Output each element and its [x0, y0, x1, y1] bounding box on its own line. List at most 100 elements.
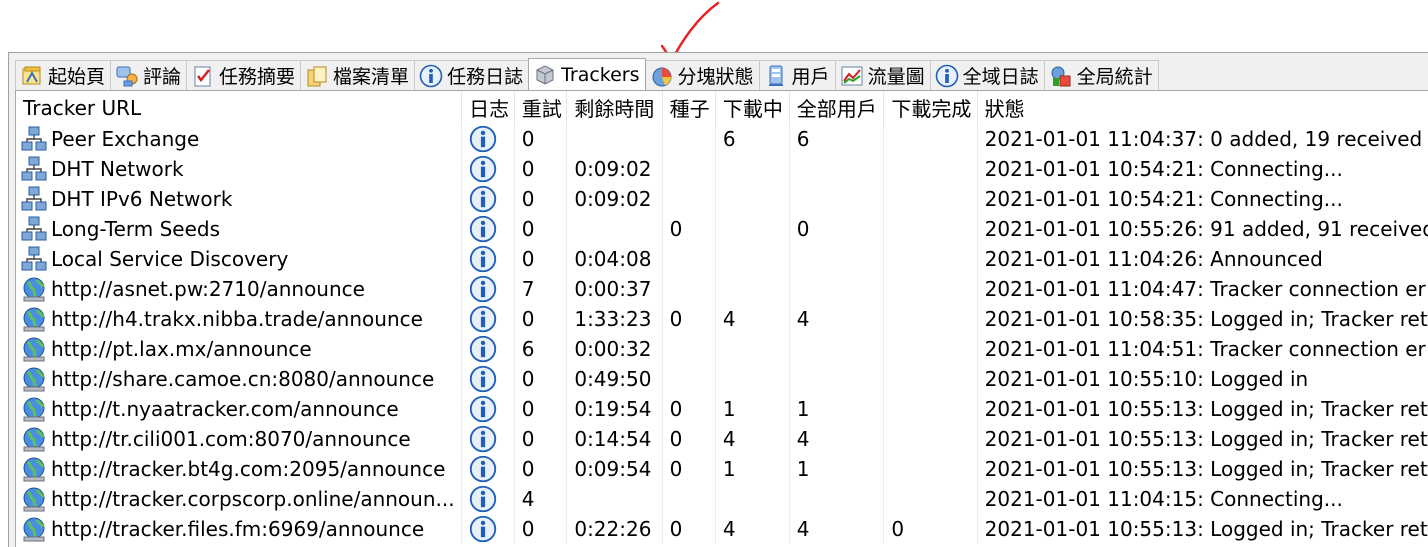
table-row[interactable]: http://asnet.pw:2710/announce 7 0:00:37 202… — [16, 274, 1428, 304]
status-cell: 2021-01-01 10:54:21: Connecting... — [977, 184, 1428, 214]
column-header[interactable]: Tracker URL — [16, 91, 463, 124]
info-icon[interactable] — [469, 275, 497, 303]
tab-item-2[interactable]: 任務摘要 — [186, 60, 302, 90]
column-header[interactable]: 剩餘時間 — [566, 91, 663, 124]
column-header[interactable]: 重試 — [514, 91, 568, 124]
seeds-cell — [662, 274, 716, 304]
table-row[interactable]: http://pt.lax.mx/announce 6 0:00:32 2021-01… — [16, 334, 1428, 364]
trackers-table: Tracker URL 日志 重試 剩餘時間 種子 下載中 全部用戶 下載完成 狀態 Peer … — [16, 91, 1428, 544]
log-cell — [461, 454, 515, 484]
globe-icon — [21, 336, 48, 363]
remaining-time-cell: 0:04:08 — [566, 244, 663, 274]
tracker-url-cell: DHT Network — [16, 154, 463, 184]
info-icon[interactable] — [469, 335, 497, 363]
retry-cell: 0 — [514, 244, 568, 274]
tab-trackers[interactable]: Trackers — [528, 58, 646, 90]
tab-label: 檔案清單 — [333, 66, 410, 88]
info-icon[interactable] — [469, 515, 497, 543]
info-icon[interactable] — [469, 305, 497, 333]
remaining-time-cell — [566, 484, 663, 514]
peers-cell — [789, 364, 885, 394]
column-header[interactable]: 下載完成 — [883, 91, 978, 124]
table-row[interactable]: Peer Exchange 0 6 6 2021-01-01 11:04:37: 0 a… — [16, 124, 1428, 154]
table-row[interactable]: Local Service Discovery 0 0:04:08 2021-01-0… — [16, 244, 1428, 274]
table-row[interactable]: http://share.camoe.cn:8080/announce 0 0:49… — [16, 364, 1428, 394]
completed-cell — [883, 184, 978, 214]
tab-item-9[interactable]: 全域日誌 — [929, 60, 1045, 90]
info-icon[interactable] — [469, 425, 497, 453]
retry-cell: 0 — [514, 364, 568, 394]
network-icon — [21, 246, 48, 273]
info-icon[interactable] — [469, 395, 497, 423]
tab-item-7[interactable]: 用戶 — [758, 60, 836, 90]
table-row[interactable]: http://tracker.corpscorp.online/announ..… — [16, 484, 1428, 514]
peers-cell — [789, 154, 885, 184]
column-header[interactable]: 下載中 — [715, 91, 790, 124]
globe-icon — [21, 276, 48, 303]
globe-icon — [21, 486, 48, 513]
table-row[interactable]: http://tr.cili001.com:8070/announce 0 0:14… — [16, 424, 1428, 454]
table-row[interactable]: http://h4.trakx.nibba.trade/announce 0 1:3… — [16, 304, 1428, 334]
file-list-icon — [305, 64, 329, 88]
remaining-time-cell: 0:09:02 — [566, 184, 663, 214]
tab-item-3[interactable]: 檔案清單 — [300, 60, 416, 90]
tracker-url-cell: http://t.nyaatracker.com/announce — [16, 394, 463, 424]
column-header[interactable]: 狀態 — [977, 91, 1428, 124]
table-row[interactable]: Long-Term Seeds 0 0 0 2021-01-01 10:55:26: 9… — [16, 214, 1428, 244]
log-cell — [461, 274, 515, 304]
info-icon[interactable] — [469, 485, 497, 513]
info-icon[interactable] — [469, 455, 497, 483]
info-icon[interactable] — [469, 245, 497, 273]
tracker-url-cell: http://asnet.pw:2710/announce — [16, 274, 463, 304]
table-row[interactable]: http://tracker.files.fm:6969/announce 0 0:… — [16, 514, 1428, 544]
table-row[interactable]: http://t.nyaatracker.com/announce 0 0:19:5… — [16, 394, 1428, 424]
completed-cell: 0 — [883, 514, 978, 544]
retry-cell: 0 — [514, 514, 568, 544]
tab-item-1[interactable]: 評論 — [110, 60, 188, 90]
remaining-time-cell: 0:09:02 — [566, 154, 663, 184]
tab-item-6[interactable]: 分塊狀態 — [644, 60, 760, 90]
trackers-list[interactable]: Tracker URL 日志 重試 剩餘時間 種子 下載中 全部用戶 下載完成 狀態 Peer … — [15, 90, 1428, 547]
status-cell: 2021-01-01 10:55:13: Logged in; Tracker … — [977, 424, 1428, 454]
peers-cell: 1 — [789, 454, 885, 484]
downloading-cell: 1 — [715, 454, 790, 484]
info-icon[interactable] — [469, 155, 497, 183]
globe-icon — [21, 306, 48, 333]
tab-item-8[interactable]: 流量圖 — [834, 60, 931, 90]
tab-item-10[interactable]: 全局統計 — [1043, 60, 1159, 90]
log-cell — [461, 424, 515, 454]
table-row[interactable]: DHT Network 0 0:09:02 2021-01-01 10:54:21: … — [16, 154, 1428, 184]
info-icon — [419, 64, 443, 88]
remaining-time-cell: 0:00:37 — [566, 274, 663, 304]
table-row[interactable]: http://tracker.bt4g.com:2095/announce 0 0:… — [16, 454, 1428, 484]
info-icon[interactable] — [469, 215, 497, 243]
info-icon[interactable] — [469, 125, 497, 153]
info-icon[interactable] — [469, 185, 497, 213]
comments-icon — [115, 64, 139, 88]
column-header[interactable]: 全部用戶 — [789, 91, 885, 124]
tracker-url-cell: http://h4.trakx.nibba.trade/announce — [16, 304, 463, 334]
log-cell — [461, 244, 515, 274]
column-header[interactable]: 種子 — [662, 91, 716, 124]
log-cell — [461, 394, 515, 424]
tracker-url-cell: http://share.camoe.cn:8080/announce — [16, 364, 463, 394]
tracker-url-cell: http://tracker.files.fm:6969/announce — [16, 514, 463, 544]
status-cell: 2021-01-01 10:58:35: Logged in; Tracker … — [977, 304, 1428, 334]
tracker-url-cell: http://tr.cili001.com:8070/announce — [16, 424, 463, 454]
tracker-url: Long-Term Seeds — [51, 217, 221, 241]
table-row[interactable]: DHT IPv6 Network 0 0:09:02 2021-01-01 10:54… — [16, 184, 1428, 214]
globe-icon — [21, 456, 48, 483]
tab-label: 全局統計 — [1076, 66, 1153, 88]
status-cell: 2021-01-01 11:04:26: Announced — [977, 244, 1428, 274]
seeds-cell — [662, 244, 716, 274]
users-icon — [764, 64, 788, 88]
info-icon[interactable] — [469, 365, 497, 393]
tab-label: 全域日誌 — [962, 66, 1039, 88]
traffic-graph-icon — [840, 64, 864, 88]
column-header[interactable]: 日志 — [461, 91, 515, 124]
tab-item-0[interactable]: 起始頁 — [15, 60, 112, 90]
downloading-cell: 4 — [715, 424, 790, 454]
tab-item-4[interactable]: 任務日誌 — [414, 60, 530, 90]
completed-cell — [883, 424, 978, 454]
remaining-time-cell: 0:00:32 — [566, 334, 663, 364]
